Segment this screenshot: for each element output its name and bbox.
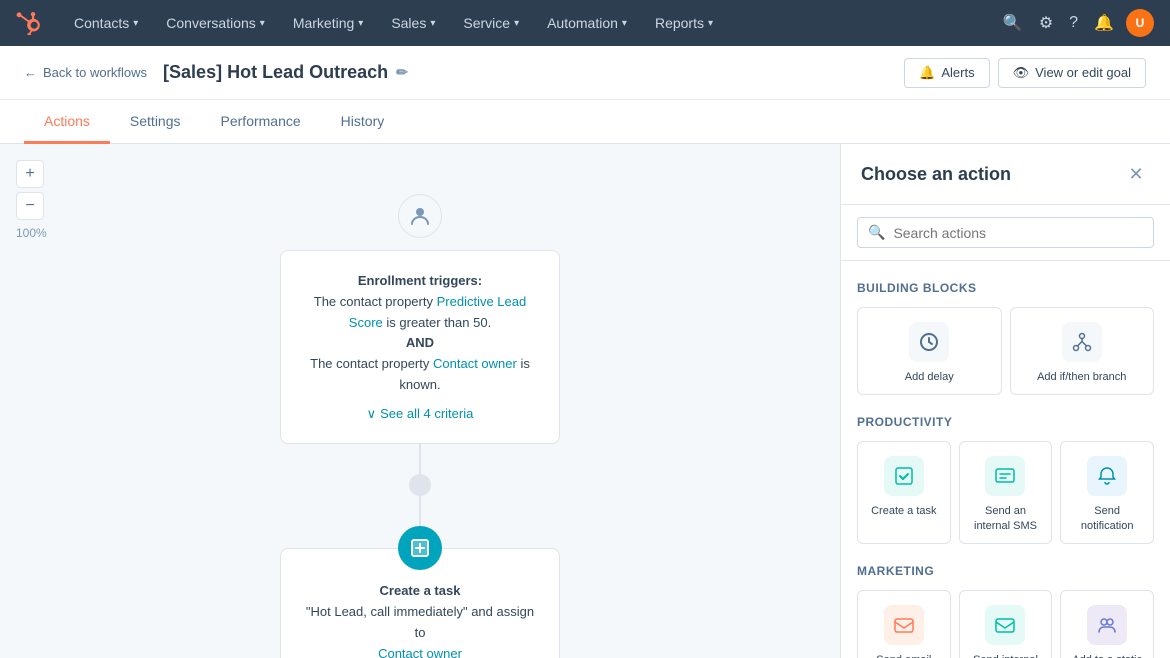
trigger-and: AND <box>406 335 434 350</box>
sub-header-actions: 🔔 Alerts 👁 View or edit goal <box>904 58 1146 88</box>
chevron-down-icon: ▾ <box>430 18 435 29</box>
notifications-icon[interactable]: 🔔 <box>1090 9 1118 37</box>
avatar[interactable]: U <box>1126 9 1154 37</box>
panel-title: Choose an action <box>861 164 1011 185</box>
settings-icon[interactable]: ⚙ <box>1035 9 1057 37</box>
nav-marketing[interactable]: Marketing ▾ <box>279 0 378 46</box>
action-card-send-email[interactable]: Send email <box>857 590 951 658</box>
hubspot-logo[interactable] <box>16 11 40 35</box>
action-assignee: Contact owner <box>378 646 462 658</box>
panel-scroll: Building blocks Add delay <box>841 261 1170 658</box>
chevron-down-icon: ▾ <box>708 18 713 29</box>
chevron-down-icon: ▾ <box>133 18 138 29</box>
action-card-create-task[interactable]: Create a task <box>857 441 951 544</box>
action-label-internal-email: Send internal email <box>968 653 1044 658</box>
search-input-wrap: 🔍 <box>857 217 1154 248</box>
tab-performance[interactable]: Performance <box>201 100 321 144</box>
nav-right-icons: 🔍 ⚙ ? 🔔 U <box>999 9 1154 37</box>
action-label-notification: Send notification <box>1069 504 1145 533</box>
productivity-grid: Create a task Send an internal SMS <box>857 441 1154 544</box>
help-icon[interactable]: ? <box>1065 10 1082 36</box>
trigger-title: Enrollment triggers: <box>358 273 482 288</box>
search-icon: 🔍 <box>868 224 885 241</box>
top-navigation: Contacts ▾ Conversations ▾ Marketing ▾ S… <box>0 0 1170 46</box>
action-label-internal-sms: Send an internal SMS <box>968 504 1044 533</box>
action-desc: "Hot Lead, call immediately" <box>306 604 468 619</box>
sub-header: ← Back to workflows [Sales] Hot Lead Out… <box>0 46 1170 100</box>
action-label-add-static-list: Add to a static list <box>1069 653 1145 658</box>
action-card-internal-email[interactable]: Send internal email <box>959 590 1053 658</box>
connector-dot-1 <box>409 474 431 496</box>
task-description: Create a task "Hot Lead, call immediatel… <box>305 581 535 658</box>
nav-service[interactable]: Service ▾ <box>449 0 533 46</box>
workflow-canvas: Enrollment triggers: The contact propert… <box>0 144 840 658</box>
tabs-bar: Actions Settings Performance History <box>0 100 1170 144</box>
tab-actions[interactable]: Actions <box>24 100 110 144</box>
action-card-notification[interactable]: Send notification <box>1060 441 1154 544</box>
section-label-marketing: Marketing <box>857 564 1154 578</box>
action-card-internal-sms[interactable]: Send an internal SMS <box>959 441 1053 544</box>
task-icon <box>884 456 924 496</box>
nav-contacts[interactable]: Contacts ▾ <box>60 0 152 46</box>
action-card-add-delay[interactable]: Add delay <box>857 307 1002 395</box>
trigger-node: Enrollment triggers: The contact propert… <box>280 250 560 444</box>
chevron-icon: ∨ <box>367 404 377 424</box>
trigger-highlight2: Contact owner <box>433 356 517 371</box>
bell-icon: 🔔 <box>919 65 935 81</box>
back-arrow-icon: ← <box>24 65 37 80</box>
connector-line-1 <box>419 444 421 474</box>
action-label-create-task: Create a task <box>871 504 936 518</box>
search-icon[interactable]: 🔍 <box>999 9 1027 37</box>
marketing-grid: Send email Send internal email <box>857 590 1154 658</box>
search-box: 🔍 <box>841 205 1170 261</box>
tab-history[interactable]: History <box>321 100 405 144</box>
internal-email-icon <box>985 605 1025 645</box>
notification-icon <box>1087 456 1127 496</box>
action-title: Create a task <box>380 583 461 598</box>
action-card-if-then[interactable]: Add if/then branch <box>1010 307 1155 395</box>
workflow-canvas-area: + − 100% Enrollment triggers: The contac… <box>0 144 840 658</box>
search-input[interactable] <box>893 225 1143 241</box>
back-to-workflows-link[interactable]: ← Back to workflows <box>24 65 147 80</box>
email-icon <box>884 605 924 645</box>
tab-settings[interactable]: Settings <box>110 100 201 144</box>
chevron-down-icon: ▾ <box>358 18 363 29</box>
view-goal-button[interactable]: 👁 View or edit goal <box>998 58 1146 88</box>
section-label-building-blocks: Building blocks <box>857 281 1154 295</box>
nav-reports[interactable]: Reports ▾ <box>641 0 727 46</box>
nav-automation[interactable]: Automation ▾ <box>533 0 641 46</box>
branch-icon <box>1062 322 1102 362</box>
nav-conversations[interactable]: Conversations ▾ <box>152 0 279 46</box>
building-blocks-grid: Add delay Add if/then branch <box>857 307 1154 395</box>
workflow-title: [Sales] Hot Lead Outreach ✏ <box>163 62 408 83</box>
nav-sales[interactable]: Sales ▾ <box>377 0 449 46</box>
static-list-add-icon <box>1087 605 1127 645</box>
delay-icon <box>909 322 949 362</box>
action-label-add-delay: Add delay <box>905 370 954 384</box>
connector-line-2 <box>419 496 421 526</box>
action-card-add-static-list[interactable]: Add to a static list <box>1060 590 1154 658</box>
action-label-send-email: Send email <box>876 653 931 658</box>
trigger-node-icon <box>398 194 442 238</box>
chevron-down-icon: ▾ <box>514 18 519 29</box>
sms-icon <box>985 456 1025 496</box>
chevron-down-icon: ▾ <box>260 18 265 29</box>
right-panel: Choose an action ✕ 🔍 Building blocks <box>840 144 1170 658</box>
panel-header: Choose an action ✕ <box>841 144 1170 205</box>
action-label-if-then: Add if/then branch <box>1037 370 1126 384</box>
trigger-line3: The contact property <box>310 356 429 371</box>
eye-icon: 👁 <box>1013 65 1030 81</box>
panel-close-button[interactable]: ✕ <box>1122 160 1150 188</box>
trigger-line2: is greater than 50. <box>386 315 491 330</box>
chevron-down-icon: ▾ <box>622 18 627 29</box>
section-label-productivity: Productivity <box>857 415 1154 429</box>
alerts-button[interactable]: 🔔 Alerts <box>904 58 989 88</box>
main-content: + − 100% Enrollment triggers: The contac… <box>0 144 1170 658</box>
see-all-criteria-link[interactable]: ∨ See all 4 criteria <box>367 404 474 424</box>
trigger-line1: The contact property <box>314 294 433 309</box>
edit-icon[interactable]: ✏ <box>396 64 408 81</box>
